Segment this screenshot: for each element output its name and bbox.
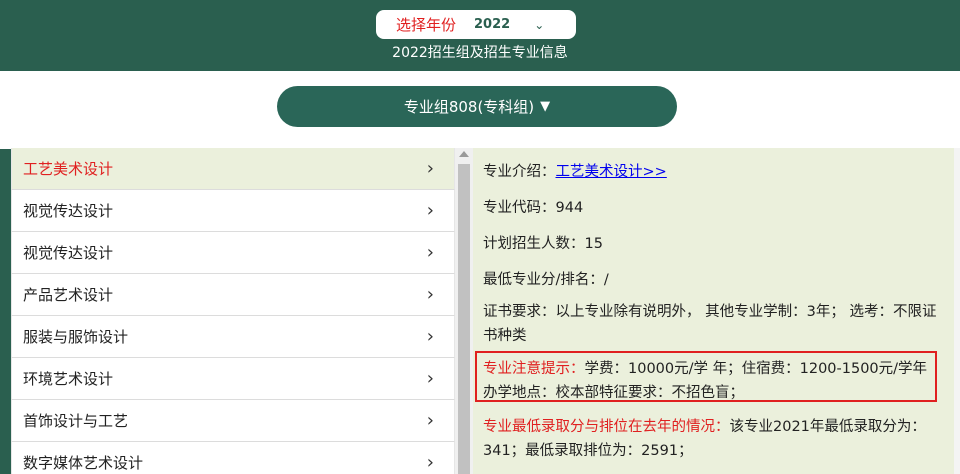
list-item-label: 数字媒体艺术设计 xyxy=(23,454,144,472)
intro-link[interactable]: 工艺美术设计>> xyxy=(556,164,667,180)
list-item[interactable]: 服装与服饰设计 › xyxy=(11,316,455,358)
major-detail-panel: 专业介绍：工艺美术设计>> 专业代码：944 计划招生人数：15 最低专业分/排… xyxy=(473,148,954,474)
certificate-requirement: 证书要求：以上专业除有说明外， 其他专业学制：3年； 选考：不限证书种类 xyxy=(483,304,937,344)
major-code: 专业代码：944 xyxy=(483,200,584,216)
list-item-label: 首饰设计与工艺 xyxy=(23,412,129,430)
chevron-right-icon: › xyxy=(426,452,434,473)
chevron-down-icon: ⌄ xyxy=(534,17,545,32)
chevron-right-icon: › xyxy=(426,158,434,179)
year-select-label: 选择年份 xyxy=(396,16,457,34)
last-year-label: 专业最低录取分与排位在去年的情况： xyxy=(483,419,730,435)
intro-row: 专业介绍：工艺美术设计>> xyxy=(483,160,667,181)
list-item-label: 产品艺术设计 xyxy=(23,286,114,304)
list-item-label: 工艺美术设计 xyxy=(23,160,114,178)
page-title: 2022招生组及招生专业信息 xyxy=(392,45,568,61)
list-item[interactable]: 首饰设计与工艺 › xyxy=(11,400,455,442)
plan-count: 计划招生人数：15 xyxy=(483,236,603,252)
list-item[interactable]: 视觉传达设计 › xyxy=(11,190,455,232)
list-item[interactable]: 视觉传达设计 › xyxy=(11,232,455,274)
list-item[interactable]: 数字媒体艺术设计 › xyxy=(11,442,455,474)
major-group-label: 专业组808(专科组) xyxy=(403,98,535,116)
list-item-label: 视觉传达设计 xyxy=(23,202,114,220)
notice-highlight-box xyxy=(475,351,937,402)
list-item-label: 环境艺术设计 xyxy=(23,370,114,388)
list-item[interactable]: 环境艺术设计 › xyxy=(11,358,455,400)
year-select-value: 2022 xyxy=(474,17,511,32)
caret-down-icon: ▼ xyxy=(540,99,551,114)
header-bar: 选择年份 2022 ⌄ 2022招生组及招生专业信息 xyxy=(0,0,960,71)
chevron-right-icon: › xyxy=(426,284,434,305)
chevron-right-icon: › xyxy=(426,410,434,431)
chevron-right-icon: › xyxy=(426,326,434,347)
chevron-right-icon: › xyxy=(426,200,434,221)
intro-label: 专业介绍： xyxy=(483,164,556,180)
last-year-row: 专业最低录取分与排位在去年的情况：该专业2021年最低录取分为：341；最低录取… xyxy=(483,415,943,463)
scrollbar-thumb[interactable] xyxy=(458,164,470,474)
scroll-up-arrow-icon[interactable] xyxy=(459,151,469,157)
year-select[interactable]: 选择年份 2022 ⌄ xyxy=(376,10,576,39)
list-item[interactable]: 产品艺术设计 › xyxy=(11,274,455,316)
chevron-right-icon: › xyxy=(426,242,434,263)
page-scrollbar[interactable] xyxy=(954,148,960,474)
major-group-dropdown[interactable]: 专业组808(专科组) ▼ xyxy=(277,86,677,127)
major-list: 工艺美术设计 › 视觉传达设计 › 视觉传达设计 › 产品艺术设计 › 服装与服… xyxy=(11,148,455,474)
list-item[interactable]: 工艺美术设计 › xyxy=(11,148,455,190)
list-item-label: 服装与服饰设计 xyxy=(23,328,129,346)
chevron-right-icon: › xyxy=(426,368,434,389)
list-accent-bar xyxy=(0,149,11,474)
min-score-rank: 最低专业分/排名：/ xyxy=(483,272,609,288)
list-scrollbar[interactable] xyxy=(455,148,473,474)
list-item-label: 视觉传达设计 xyxy=(23,244,114,262)
